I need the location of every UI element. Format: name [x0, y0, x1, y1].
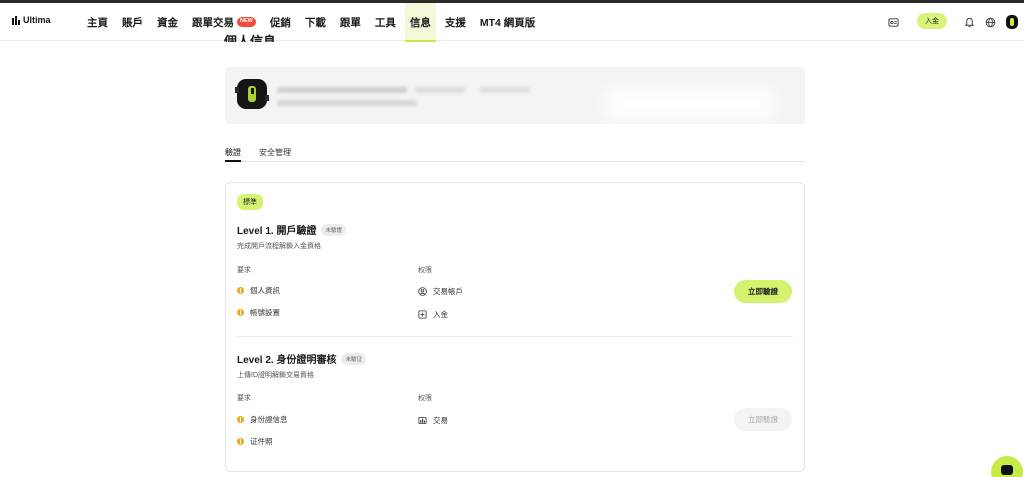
profile-tabs: 驗證 安全管理 [225, 147, 805, 162]
warning-dot-icon [237, 416, 244, 423]
level1-permission-deposit: 入金 [418, 309, 448, 320]
nav-item-info[interactable]: 信息 [404, 3, 436, 42]
level1-status-badge: 未驗證 [321, 224, 346, 236]
level2-title: Level 2. 身份證明審核 未驗证 [237, 351, 366, 366]
profile-card [225, 67, 805, 124]
level2-requirements-header: 要求 [237, 395, 251, 402]
blurred-user-email [277, 100, 417, 106]
level2-title-text: Level 2. 身份證明審核 [237, 355, 337, 366]
level-divider [237, 336, 793, 337]
level2-description: 上傳ID證明解鎖交易資格 [237, 372, 314, 379]
nav-item-tools[interactable]: 工具 [375, 3, 396, 41]
level1-requirement-personal-info: 個人資訊 [237, 285, 280, 296]
level1-description: 完成開戶流程解鎖入金資格 [237, 243, 321, 250]
chat-support-button[interactable] [991, 456, 1023, 477]
level2-permission-trading: 交易 [418, 415, 448, 426]
level2-requirement-id-photo: 证件照 [237, 436, 273, 447]
profile-avatar-icon [235, 79, 269, 109]
nav-item-mt4-web[interactable]: MT4 網頁版 [480, 3, 535, 41]
level2-permissions-header: 权限 [418, 395, 432, 402]
blur-overlay [605, 89, 775, 119]
level2-status-badge: 未驗证 [341, 353, 366, 365]
requirement-label: 個人資訊 [250, 286, 280, 295]
level1-title: Level 1. 開戶驗證 未驗證 [237, 222, 346, 237]
tab-security[interactable]: 安全管理 [259, 147, 291, 162]
warning-dot-icon [237, 438, 244, 445]
nav-item-accounts[interactable]: 賬戶 [122, 3, 143, 41]
warning-dot-icon [237, 309, 244, 316]
deposit-button[interactable]: 入金 [917, 13, 947, 29]
requirement-label: 证件照 [250, 437, 273, 446]
requirement-label: 帳號設置 [250, 308, 280, 317]
permission-label: 交易帳戶 [433, 287, 463, 296]
permission-label: 交易 [433, 416, 448, 425]
page-title: 個人信息 [224, 34, 277, 42]
level1-permissions-header: 权限 [418, 267, 432, 274]
top-navbar: Ultima 主頁 賬戶 資金 跟單交易 NEW 促銷 下載 跟單 工具 信息 … [0, 3, 1024, 42]
level2-requirement-id-info: 身份證信息 [237, 414, 288, 425]
id-card-icon[interactable] [888, 17, 899, 28]
requirement-label: 身份證信息 [250, 415, 288, 424]
bell-icon[interactable] [964, 17, 975, 28]
blurred-user-id [415, 87, 465, 93]
verification-card: 標準 Level 1. 開戶驗證 未驗證 完成開戶流程解鎖入金資格 要求 权限 個… [225, 182, 805, 472]
tab-verification[interactable]: 驗證 [225, 147, 241, 162]
nav-item-home[interactable]: 主頁 [87, 3, 108, 41]
standard-badge: 標準 [237, 194, 263, 210]
deposit-box-icon [418, 310, 427, 319]
nav-item-funds[interactable]: 資金 [157, 3, 178, 41]
globe-icon[interactable] [985, 17, 996, 28]
nav-item-downloads[interactable]: 下載 [305, 3, 326, 41]
navbar-right: 入金 [884, 3, 1024, 41]
level1-title-text: Level 1. 開戶驗證 [237, 226, 317, 237]
nav-item-copy-trading-label: 跟單交易 [192, 16, 234, 29]
user-circle-icon [418, 287, 427, 296]
level1-verify-now-button[interactable]: 立即驗證 [734, 280, 792, 303]
main-nav: 主頁 賬戶 資金 跟單交易 NEW 促銷 下載 跟單 工具 信息 支援 MT4 … [87, 3, 549, 42]
user-avatar[interactable] [1006, 15, 1018, 29]
permission-label: 入金 [433, 310, 448, 319]
level1-requirements-header: 要求 [237, 267, 251, 274]
trade-chart-icon [418, 416, 427, 425]
logo-icon [12, 15, 20, 25]
logo-text: Ultima [23, 15, 51, 25]
nav-item-support[interactable]: 支援 [445, 3, 466, 41]
new-badge: NEW [237, 17, 256, 27]
level1-permission-trading-account: 交易帳戶 [418, 286, 463, 297]
warning-dot-icon [237, 287, 244, 294]
nav-item-copy[interactable]: 跟單 [340, 3, 361, 41]
blurred-user-name [277, 87, 407, 93]
level1-requirement-account-settings: 帳號設置 [237, 307, 280, 318]
brand-logo[interactable]: Ultima [12, 15, 51, 25]
level2-verify-now-button[interactable]: 立即驗證 [734, 408, 792, 431]
blurred-user-meta [480, 87, 530, 93]
